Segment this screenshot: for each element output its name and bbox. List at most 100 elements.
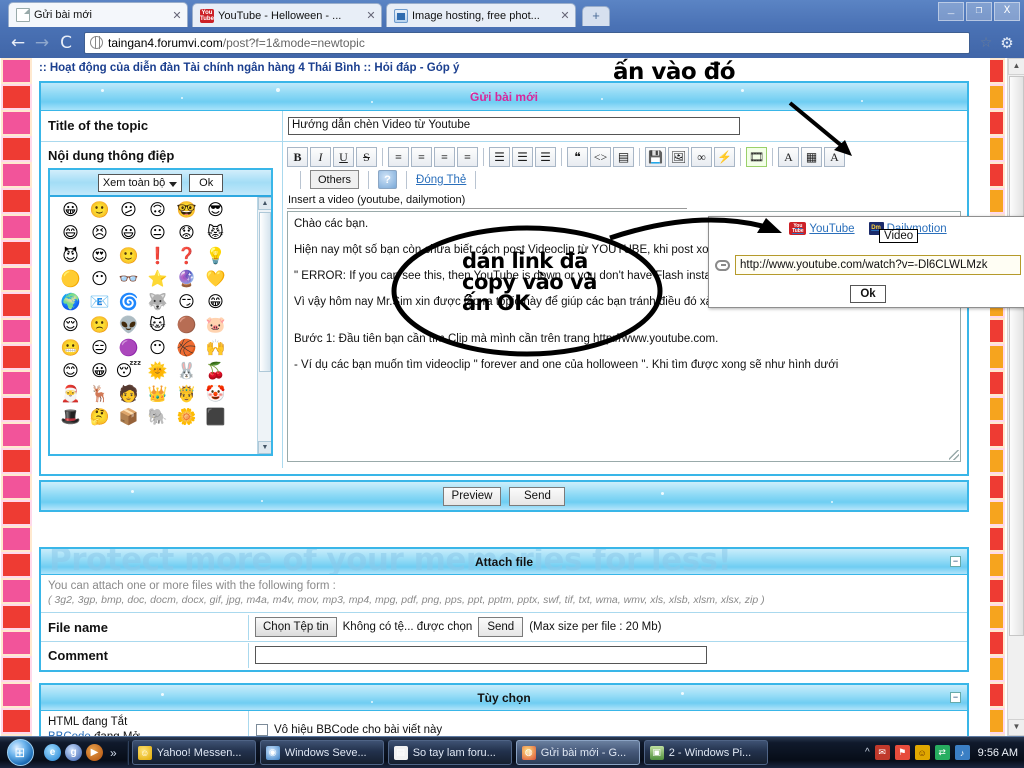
- tray-network-icon[interactable]: ⇄: [934, 745, 950, 760]
- insert-video-popup[interactable]: YouTube YouTube Dm Dailymotion http://ww…: [708, 216, 1024, 308]
- smiley-item[interactable]: 😏: [172, 293, 201, 316]
- choose-file-button[interactable]: Chọn Tệp tin: [255, 617, 337, 637]
- breadcrumb[interactable]: :: Hoạt động của diễn đàn Tài chính ngân…: [39, 62, 459, 74]
- smiley-item[interactable]: 🌼: [172, 408, 201, 431]
- smiley-item[interactable]: ❗: [143, 247, 172, 270]
- flash-button[interactable]: ⚡: [714, 147, 735, 167]
- scroll-down-icon[interactable]: ▼: [1008, 719, 1024, 736]
- smiley-item[interactable]: 🟣: [114, 339, 143, 362]
- smiley-item[interactable]: 🤓: [172, 201, 201, 224]
- comment-input[interactable]: [255, 646, 707, 664]
- smiley-item[interactable]: 😬: [56, 339, 85, 362]
- font-size-button[interactable]: A: [824, 147, 845, 167]
- smiley-item[interactable]: 😄: [56, 224, 85, 247]
- video-url-input[interactable]: http://www.youtube.com/watch?v=-Dl6CLWLM…: [735, 255, 1021, 275]
- smiley-ok-button[interactable]: Ok: [189, 173, 224, 192]
- back-icon[interactable]: ←: [6, 31, 30, 55]
- smiley-item[interactable]: 😌: [56, 316, 85, 339]
- indent-button[interactable]: ☰: [535, 147, 556, 167]
- tray-yahoo-icon[interactable]: ☺: [914, 745, 930, 760]
- browser-tab-2[interactable]: Image hosting, free phot... ✕: [386, 3, 576, 27]
- smiley-item[interactable]: 😶: [85, 270, 114, 293]
- underline-button[interactable]: U: [333, 147, 354, 167]
- smiley-item[interactable]: 🎅: [56, 385, 85, 408]
- insert-image-button[interactable]: 🖼: [668, 147, 689, 167]
- youtube-link[interactable]: You Tube YouTube: [789, 222, 855, 235]
- video-ok-button[interactable]: Ok: [850, 285, 886, 303]
- smiley-item[interactable]: 😑: [85, 339, 114, 362]
- smiley-picker[interactable]: Xem toàn bộ Ok 😀 🙂 😕 🙃 🤓 😎 😄 😣 😃 😐 😟 😾 😈 😍 🙂 ❗ ❓ 💡 🟡 😶 👓 ⭐ 🔮 💛 🌍…: [48, 168, 273, 456]
- smiley-item[interactable]: 🎩: [56, 408, 85, 431]
- smiley-item[interactable]: 🙌: [201, 339, 230, 362]
- maximize-button[interactable]: ❐: [966, 2, 992, 21]
- others-button[interactable]: Others: [310, 170, 360, 189]
- taskbar-item-so-tay[interactable]: ▤ So tay lam foru...: [387, 740, 512, 765]
- smiley-item[interactable]: 🤡: [201, 385, 230, 408]
- tray-expand-icon[interactable]: ^: [865, 747, 870, 758]
- collapse-icon[interactable]: −: [950, 692, 961, 703]
- smiley-grid[interactable]: 😀 🙂 😕 🙃 🤓 😎 😄 😣 😃 😐 😟 😾 😈 😍 🙂 ❗ ❓ 💡 🟡 😶 👓 ⭐ 🔮 💛 🌍 📧 🌀 🐺 😏 😁 😌 🙁 👽 🐱 🟤 🐷 😬 😑 🟣 😶…: [50, 197, 257, 454]
- smiley-item[interactable]: 🤔: [85, 408, 114, 431]
- smiley-item[interactable]: 🌍: [56, 293, 85, 316]
- preview-button[interactable]: Preview: [442, 486, 502, 506]
- code-button[interactable]: <>: [590, 147, 611, 167]
- browser-tab-1[interactable]: You Tube YouTube - Helloween - ... ✕: [192, 3, 382, 27]
- google-talk-icon[interactable]: g: [65, 744, 82, 761]
- justify-button[interactable]: ≡: [457, 147, 478, 167]
- smiley-item[interactable]: 😀: [85, 362, 114, 385]
- smiley-scrollbar[interactable]: ▲ ▼: [257, 197, 271, 454]
- quote-button[interactable]: ❝: [567, 147, 588, 167]
- bullet-list-button[interactable]: ☰: [489, 147, 510, 167]
- smiley-item[interactable]: 🌞: [143, 362, 172, 385]
- smiley-item[interactable]: 😐: [143, 224, 172, 247]
- taskbar-item-windows-photo[interactable]: ▣ 2 - Windows Pi...: [643, 740, 768, 765]
- close-tag-link[interactable]: Đóng Thẻ: [416, 174, 466, 186]
- smiley-item[interactable]: 🙁: [85, 316, 114, 339]
- align-right-button[interactable]: ≡: [434, 147, 455, 167]
- smiley-item[interactable]: 😣: [85, 224, 114, 247]
- smiley-item[interactable]: 😶: [143, 339, 172, 362]
- smiley-item[interactable]: ⭐: [143, 270, 172, 293]
- close-button[interactable]: X: [994, 2, 1020, 21]
- smiley-item[interactable]: 👽: [114, 316, 143, 339]
- scrollbar-thumb[interactable]: [1009, 76, 1024, 636]
- resize-handle-icon[interactable]: [949, 450, 959, 460]
- smiley-item[interactable]: 👓: [114, 270, 143, 293]
- smiley-item[interactable]: 😍: [85, 247, 114, 270]
- smiley-item[interactable]: 📦: [114, 408, 143, 431]
- tab-close-icon[interactable]: ✕: [171, 9, 183, 22]
- smiley-scroll-down-icon[interactable]: ▼: [258, 441, 271, 454]
- smiley-item[interactable]: 😾: [201, 224, 230, 247]
- smiley-item[interactable]: 🐱: [143, 316, 172, 339]
- smiley-item[interactable]: 🐰: [172, 362, 201, 385]
- align-left-button[interactable]: ≡: [388, 147, 409, 167]
- topic-title-input[interactable]: Hướng dẫn chèn Video từ Youtube: [288, 117, 740, 135]
- smiley-item[interactable]: 🐘: [143, 408, 172, 431]
- smiley-scroll-up-icon[interactable]: ▲: [258, 197, 271, 210]
- collapse-icon[interactable]: −: [950, 556, 961, 567]
- new-tab-button[interactable]: +: [582, 6, 610, 26]
- smiley-item[interactable]: 🙂: [114, 247, 143, 270]
- smiley-item[interactable]: 😃: [114, 224, 143, 247]
- disable-bbcode-row[interactable]: Vô hiệu BBCode cho bài viết này: [249, 711, 967, 736]
- font-color-button[interactable]: ▦: [801, 147, 822, 167]
- numbered-list-button[interactable]: ☰: [512, 147, 533, 167]
- reload-icon[interactable]: C: [54, 31, 78, 55]
- smiley-item[interactable]: ❓: [172, 247, 201, 270]
- smiley-item[interactable]: 😈: [56, 247, 85, 270]
- smiley-item[interactable]: 🙃: [143, 201, 172, 224]
- smiley-item[interactable]: 😴: [114, 362, 143, 385]
- media-player-icon[interactable]: ▶: [86, 744, 103, 761]
- scroll-up-icon[interactable]: ▲: [1008, 58, 1024, 75]
- bold-button[interactable]: B: [287, 147, 308, 167]
- attach-send-button[interactable]: Send: [478, 617, 524, 637]
- smiley-item[interactable]: ⬛: [201, 408, 230, 431]
- smiley-item[interactable]: 🍒: [201, 362, 230, 385]
- smiley-item[interactable]: 🧑: [114, 385, 143, 408]
- tray-security-icon[interactable]: ⚑: [894, 745, 910, 760]
- taskbar-clock[interactable]: 9:56 AM: [975, 747, 1018, 759]
- tab-close-icon[interactable]: ✕: [365, 9, 377, 22]
- wrench-menu-icon[interactable]: ⚙: [996, 34, 1018, 52]
- smiley-item[interactable]: 😁: [201, 293, 230, 316]
- smiley-item[interactable]: 🐺: [143, 293, 172, 316]
